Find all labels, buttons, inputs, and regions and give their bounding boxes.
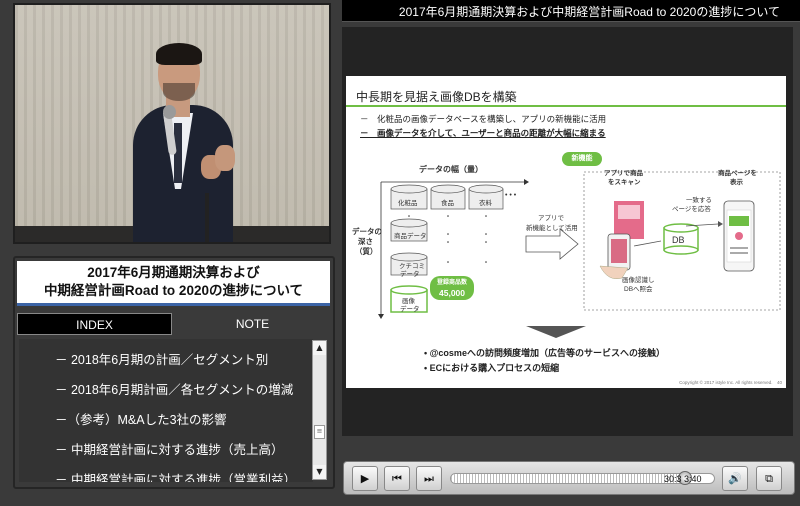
speaker-beard [163,83,195,101]
row-label: データ [400,306,420,313]
product-page-label: 表示 [730,179,743,186]
time-display: 30:3 3:40 [664,474,702,484]
recog-label: DBへ照会 [624,286,653,293]
conclusion-item: • @cosmeへの訪問頻度増加（広告等のサービスへの接触） [424,348,665,358]
slide: 中長期を見据え画像DBを構築 － 化粧品の画像データベースを構築し、アプリの新機… [346,76,786,388]
window-title: 2017年6月期通期決算および中期経営計画Road to 2020の進捗について [398,5,780,19]
arrow-label: 新機能として活用 [526,225,578,232]
arrow-label: アプリで [538,215,564,222]
index-item[interactable]: －（参考）M&Aした3社の影響 [55,409,227,428]
match-label: ページを応答 [672,206,711,213]
title-bar: 2017年6月期通期決算および中期経営計画Road to 2020の進捗について [342,0,800,22]
new-feature-badge: 新機能 [562,152,602,166]
index-item[interactable]: － 2018年6月期計画／各セグメントの増減 [55,379,293,398]
index-item[interactable]: － 2018年6月期の計画／セグメント別 [55,349,268,368]
registered-badge: 登録商品数 45,000 [430,276,474,300]
scan-label: をスキャン [608,179,641,186]
conclusion-item: • ECにおける購入プロセスの短縮 [424,363,560,373]
volume-icon[interactable]: 🔊 [722,466,748,491]
window-layout-icon[interactable]: ⧉ [756,466,782,491]
microphone-head [163,105,176,119]
presentation-title-line1: 2017年6月期通期決算および [87,265,260,280]
scroll-up-icon[interactable]: ▲ [313,341,326,355]
player-controls: ▶ ⏮ ⏭ 30:3 3:40 🔊 ⧉ [343,461,795,495]
scroll-thumb[interactable]: ≡ [314,425,325,439]
column-label: 衣料 [479,200,492,207]
mic-stand [205,193,209,242]
registered-count: 45,000 [439,288,465,298]
seek-progress [451,474,686,483]
scroll-down-icon[interactable]: ▼ [313,465,326,479]
width-label: データの幅（量） [419,165,483,174]
index-item[interactable]: － 中期経営計画に対する進捗（営業利益） [55,469,296,482]
slide-footer: Copyright © 2017 istyle Inc. All rights … [679,380,782,385]
speaker-hair [156,43,202,65]
index-item[interactable]: － 中期経営計画に対する進捗（売上高） [55,439,283,458]
column-label: 食品 [441,200,454,207]
depth-label: （質） [355,247,378,256]
row-label: データ [400,271,420,278]
presentation-title: 2017年6月期通期決算および 中期経営計画Road to 2020の進捗につい… [17,261,330,306]
speaker-video[interactable] [13,3,331,244]
tab-note[interactable]: NOTE [175,313,330,335]
presentation-title-line2: 中期経営計画Road to 2020の進捗について [43,283,304,298]
play-icon[interactable]: ▶ [352,466,378,491]
registered-label: 登録商品数 [436,280,467,286]
index-list: － 2018年6月期の計画／セグメント別 － 2018年6月期計画／各セグメント… [19,339,313,482]
skip-forward-icon[interactable]: ⏭ [416,466,442,491]
speaker-hand-right [215,145,235,171]
panel-tabs: INDEX NOTE [17,313,330,335]
skip-back-icon[interactable]: ⏮ [384,466,410,491]
ellipsis: • • • [505,192,517,199]
index-scrollbar[interactable]: ▲ ≡ ▼ [312,340,327,480]
column-label: 化粧品 [398,200,418,207]
tab-index[interactable]: INDEX [17,313,172,335]
db-label: DB [672,235,685,245]
row-label: 商品データ [394,233,427,240]
